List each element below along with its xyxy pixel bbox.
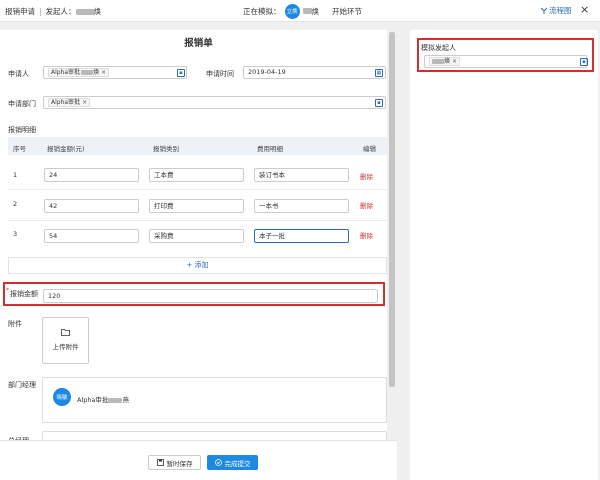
- save-icon: [156, 459, 164, 466]
- avatar: 晓敏: [53, 388, 71, 406]
- tag-remove-icon[interactable]: ×: [101, 67, 106, 78]
- column-header: 序号: [13, 145, 26, 153]
- column-header: 报销类别: [153, 145, 179, 153]
- redacted-name: [81, 70, 94, 75]
- amount-input[interactable]: 42: [44, 199, 139, 213]
- category-input[interactable]: 采购费: [149, 229, 244, 243]
- applicant-field[interactable]: Alpha审批 焕 ×: [43, 66, 187, 79]
- initiator-label: 发起人：: [45, 7, 76, 16]
- department-label: 申请部门: [8, 100, 36, 108]
- flowchart-link[interactable]: 流程图: [540, 5, 572, 16]
- start-node-label: 开始环节: [332, 6, 362, 16]
- header-left: 报销申请 | 发起人： 焕: [5, 6, 101, 17]
- tag-remove-icon[interactable]: ×: [82, 97, 87, 108]
- row-divider: [8, 220, 387, 221]
- column-header: 费用明细: [257, 145, 283, 153]
- applicant-tag-text: Alpha审批: [51, 69, 81, 76]
- delete-row-button[interactable]: 删除: [360, 171, 373, 181]
- manager-name: Alpha审批 燕: [77, 394, 129, 404]
- delete-row-button[interactable]: 删除: [360, 230, 373, 240]
- submit-button[interactable]: 完成提交: [207, 455, 258, 470]
- manager-name-text: Alpha审批: [77, 396, 109, 404]
- sim-avatar: 立焕: [284, 3, 300, 19]
- simulation-status: 正在模拟： 立焕 焕 开始环节: [243, 3, 362, 19]
- flowchart-icon: [540, 7, 548, 14]
- detail-section-label: 报销明细: [8, 126, 36, 134]
- department-tag: Alpha审批 ×: [48, 97, 91, 108]
- check-circle-icon: [214, 459, 222, 466]
- page-title: 报销申请: [5, 7, 35, 16]
- folder-icon: [43, 328, 88, 338]
- total-amount-row: * 报销金额 120: [3, 282, 385, 306]
- required-mark: *: [6, 287, 9, 294]
- date-label: 申请时间: [206, 70, 234, 78]
- column-header: 编辑: [363, 145, 376, 153]
- upload-attachment-button[interactable]: 上传附件: [42, 317, 89, 364]
- manager-label: 部门经理: [8, 381, 36, 389]
- applicant-tag: Alpha审批 焕 ×: [48, 67, 110, 78]
- header-separator: |: [39, 7, 42, 16]
- simulated-initiator-label: 模拟发起人: [421, 44, 456, 52]
- total-amount-field[interactable]: 120: [43, 289, 378, 303]
- detail-input[interactable]: 装订书本: [254, 168, 349, 182]
- redacted-name: [432, 59, 444, 64]
- total-amount-label: 报销金额: [10, 290, 38, 298]
- amount-input[interactable]: 54: [44, 229, 139, 243]
- simulation-panel: [410, 30, 598, 480]
- simulated-initiator-tag-text: 焕: [444, 58, 451, 65]
- simulating-label: 正在模拟：: [243, 6, 281, 16]
- row-number: 3: [13, 230, 18, 238]
- delete-row-button[interactable]: 删除: [360, 200, 373, 210]
- simulated-initiator-tag: 焕 ×: [429, 56, 461, 67]
- calendar-icon[interactable]: ▦: [375, 69, 383, 77]
- amount-input[interactable]: 24: [44, 168, 139, 182]
- applicant-label: 申请人: [8, 70, 29, 78]
- detail-input[interactable]: 一本书: [254, 199, 349, 213]
- tag-remove-icon[interactable]: ×: [452, 56, 457, 67]
- redacted-name: [75, 9, 94, 15]
- column-header: 报销金额(元): [47, 145, 85, 153]
- row-number: 1: [13, 171, 18, 179]
- user-picker-icon[interactable]: ▪: [177, 69, 185, 77]
- form-title: 报销单: [184, 38, 213, 49]
- applicant-tag-suffix: 焕: [93, 69, 100, 76]
- row-number: 2: [13, 200, 18, 208]
- simulated-initiator-field[interactable]: 焕 ×: [424, 55, 587, 68]
- department-picker-icon[interactable]: ▪: [375, 99, 383, 107]
- redacted-name: [302, 8, 312, 14]
- date-field[interactable]: 2019-04-19: [243, 66, 386, 79]
- submit-label: 完成提交: [224, 459, 251, 468]
- manager-approver-box[interactable]: 晓敏 Alpha审批 燕: [42, 377, 387, 423]
- user-picker-icon[interactable]: ▪: [580, 58, 588, 66]
- row-divider: [8, 189, 387, 190]
- detail-input[interactable]: 本子一批: [254, 229, 349, 243]
- scrollbar-thumb[interactable]: [389, 32, 395, 387]
- simulated-initiator-box: 模拟发起人 焕 × ▪: [417, 38, 594, 72]
- save-draft-label: 暂时保存: [166, 459, 193, 468]
- save-draft-button[interactable]: 暂时保存: [148, 455, 201, 470]
- close-icon[interactable]: ×: [580, 3, 589, 16]
- department-field[interactable]: Alpha审批 ×: [43, 96, 386, 109]
- category-input[interactable]: 工本费: [149, 168, 244, 182]
- attachment-label: 附件: [8, 320, 22, 328]
- redacted-name: [108, 397, 123, 403]
- add-row-button[interactable]: + 添加: [8, 257, 387, 274]
- initiator-name: 焕: [93, 7, 102, 16]
- upload-label: 上传附件: [52, 343, 79, 351]
- category-input[interactable]: 打印费: [149, 199, 244, 213]
- flowchart-label: 流程图: [549, 6, 572, 15]
- table-header: 序号 报销金额(元) 报销类别 费用明细 编辑: [8, 137, 387, 155]
- sim-name: 焕: [311, 6, 320, 16]
- manager-name-suffix: 燕: [122, 396, 129, 404]
- department-tag-text: Alpha审批: [51, 99, 81, 106]
- top-bar: 报销申请 | 发起人： 焕 正在模拟： 立焕 焕 开始环节 流程图 ×: [0, 0, 600, 22]
